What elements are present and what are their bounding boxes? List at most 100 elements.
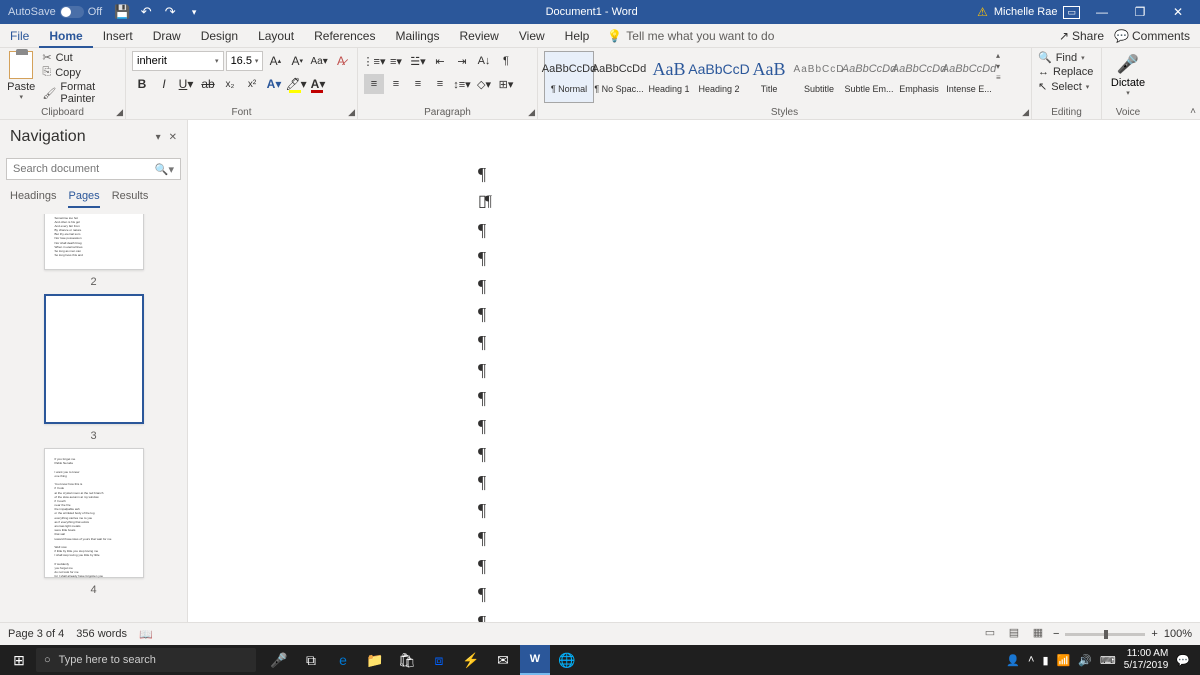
zoom-out-button[interactable]: − xyxy=(1053,628,1059,640)
paste-button[interactable]: Paste ▾ xyxy=(6,51,36,105)
tab-help[interactable]: Help xyxy=(555,24,600,48)
autosave-toggle[interactable]: AutoSave Off xyxy=(0,6,110,18)
tab-layout[interactable]: Layout xyxy=(248,24,304,48)
people-icon[interactable]: 👤 xyxy=(1006,654,1020,667)
font-size-select[interactable]: 16.5▾ xyxy=(226,51,264,71)
style-heading-2[interactable]: AaBbCcDHeading 2 xyxy=(694,51,744,103)
underline-button[interactable]: U▾ xyxy=(176,74,196,94)
tab-view[interactable]: View xyxy=(509,24,555,48)
line-spacing-button[interactable]: ↕≡▾ xyxy=(452,74,472,94)
show-marks-button[interactable]: ¶ xyxy=(496,51,516,71)
tab-review[interactable]: Review xyxy=(450,24,509,48)
nav-tab-results[interactable]: Results xyxy=(112,190,149,208)
chevron-down-icon[interactable]: ▾ xyxy=(19,93,23,101)
nav-tab-headings[interactable]: Headings xyxy=(10,190,56,208)
cut-button[interactable]: ✂Cut xyxy=(42,51,119,64)
increase-indent-button[interactable]: ⇥ xyxy=(452,51,472,71)
subscript-button[interactable]: x₂ xyxy=(220,74,240,94)
page-thumbnail[interactable] xyxy=(44,294,144,424)
tab-file[interactable]: File xyxy=(0,24,39,48)
grow-font-button[interactable]: A▴ xyxy=(265,51,285,71)
nav-menu-icon[interactable]: ▾ xyxy=(156,132,161,143)
style-subtle-em---[interactable]: AaBbCcDdSubtle Em... xyxy=(844,51,894,103)
change-case-button[interactable]: Aa▾ xyxy=(309,51,329,71)
tray-chevron-icon[interactable]: ˄ xyxy=(1028,654,1034,666)
superscript-button[interactable]: x² xyxy=(242,74,262,94)
multilevel-button[interactable]: ☱▾ xyxy=(408,51,428,71)
nav-thumbnails[interactable]: Sonnet 18: Shall I compare thee to a sum… xyxy=(0,214,187,634)
task-view-icon[interactable]: ⧉ xyxy=(296,645,326,675)
style-heading-1[interactable]: AaBHeading 1 xyxy=(644,51,694,103)
nav-tab-pages[interactable]: Pages xyxy=(68,190,99,208)
explorer-icon[interactable]: 📁 xyxy=(360,645,390,675)
start-button[interactable]: ⊞ xyxy=(4,645,34,675)
sort-button[interactable]: A↓ xyxy=(474,51,494,71)
zoom-in-button[interactable]: + xyxy=(1151,628,1157,640)
dialog-launcher-icon[interactable]: ◢ xyxy=(348,107,355,118)
share-button[interactable]: ↗ Share xyxy=(1059,29,1104,43)
font-name-select[interactable]: inherit▾ xyxy=(132,51,224,71)
page-indicator[interactable]: Page 3 of 4 xyxy=(8,628,64,641)
web-layout-icon[interactable]: ▦ xyxy=(1029,626,1047,642)
format-painter-button[interactable]: 🖌Format Painter xyxy=(42,81,119,105)
borders-button[interactable]: ⊞▾ xyxy=(496,74,516,94)
tab-draw[interactable]: Draw xyxy=(143,24,191,48)
spell-check-icon[interactable]: 📖 xyxy=(139,628,153,641)
text-effects-button[interactable]: A▾ xyxy=(264,74,284,94)
tab-references[interactable]: References xyxy=(304,24,385,48)
style---no-spac---[interactable]: AaBbCcDd¶ No Spac... xyxy=(594,51,644,103)
wifi-icon[interactable]: 📶 xyxy=(1057,654,1071,667)
italic-button[interactable]: I xyxy=(154,74,174,94)
page-thumbnail[interactable]: If you forget mePablo NerudaI want you t… xyxy=(44,448,144,578)
copy-button[interactable]: ⎘Copy xyxy=(42,66,119,79)
clock[interactable]: 11:00 AM 5/17/2019 xyxy=(1124,648,1169,672)
strikethrough-button[interactable]: ab xyxy=(198,74,218,94)
print-layout-icon[interactable]: ▤ xyxy=(1005,626,1023,642)
dialog-launcher-icon[interactable]: ◢ xyxy=(1022,107,1029,118)
bold-button[interactable]: B xyxy=(132,74,152,94)
word-icon[interactable]: W xyxy=(520,645,550,675)
font-color-button[interactable]: A▾ xyxy=(308,74,328,94)
collapse-ribbon-icon[interactable]: ˄ xyxy=(1190,106,1196,117)
dropbox-icon[interactable]: ⧈ xyxy=(424,645,454,675)
align-left-button[interactable]: ≡ xyxy=(364,74,384,94)
user-name[interactable]: Michelle Rae xyxy=(994,6,1058,18)
style-intense-e---[interactable]: AaBbCcDdIntense E... xyxy=(944,51,994,103)
nav-close-icon[interactable]: ✕ xyxy=(169,132,177,143)
tab-home[interactable]: Home xyxy=(39,24,92,48)
align-right-button[interactable]: ≡ xyxy=(408,74,428,94)
find-button[interactable]: 🔍Find▾ xyxy=(1038,51,1095,64)
battery-icon[interactable]: ▮ xyxy=(1042,654,1048,667)
document-canvas[interactable]: ¶ ▯¶ ¶ ¶ ¶ ¶ ¶ ¶ ¶ ¶ ¶ ¶ ¶ ¶ ¶ ¶ ¶ xyxy=(188,120,1200,622)
chevron-down-icon[interactable]: ▾ xyxy=(215,57,219,65)
taskbar-search[interactable]: ○ Type here to search xyxy=(36,648,256,672)
read-mode-icon[interactable]: ▭ xyxy=(981,626,999,642)
mic-icon[interactable]: 🎤 xyxy=(264,645,294,675)
notifications-icon[interactable]: 💬 xyxy=(1176,654,1190,667)
comments-button[interactable]: 💬 Comments xyxy=(1114,29,1190,43)
page-thumbnail[interactable]: Sonnet 18: Shall I compare thee to a sum… xyxy=(44,214,144,270)
minimize-button[interactable]: — xyxy=(1086,5,1118,19)
tab-insert[interactable]: Insert xyxy=(93,24,143,48)
save-icon[interactable]: 💾 xyxy=(110,4,134,20)
replace-button[interactable]: ↔Replace xyxy=(1038,66,1095,78)
dictate-button[interactable]: 🎤 Dictate ▾ xyxy=(1108,51,1148,97)
shading-button[interactable]: ◇▾ xyxy=(474,74,494,94)
decrease-indent-button[interactable]: ⇤ xyxy=(430,51,450,71)
word-count[interactable]: 356 words xyxy=(76,628,127,641)
store-icon[interactable]: 🛍 xyxy=(392,645,422,675)
highlight-button[interactable]: 🖊▾ xyxy=(286,74,306,94)
undo-icon[interactable]: ↶ xyxy=(134,4,158,20)
align-center-button[interactable]: ≡ xyxy=(386,74,406,94)
styles-more-button[interactable]: ▴▾≡ xyxy=(994,51,1008,82)
justify-button[interactable]: ≡ xyxy=(430,74,450,94)
select-button[interactable]: ↖Select▾ xyxy=(1038,80,1095,93)
redo-icon[interactable]: ↷ xyxy=(158,4,182,20)
app-icon[interactable]: ⚡ xyxy=(456,645,486,675)
close-button[interactable]: ✕ xyxy=(1162,5,1194,19)
style-title[interactable]: AaBTitle xyxy=(744,51,794,103)
clear-format-button[interactable]: A̷ xyxy=(331,51,351,71)
tell-me-search[interactable]: 💡 Tell me what you want to do xyxy=(607,29,774,43)
chevron-down-icon[interactable]: ▾ xyxy=(255,57,259,65)
maximize-button[interactable]: ❐ xyxy=(1124,5,1156,19)
